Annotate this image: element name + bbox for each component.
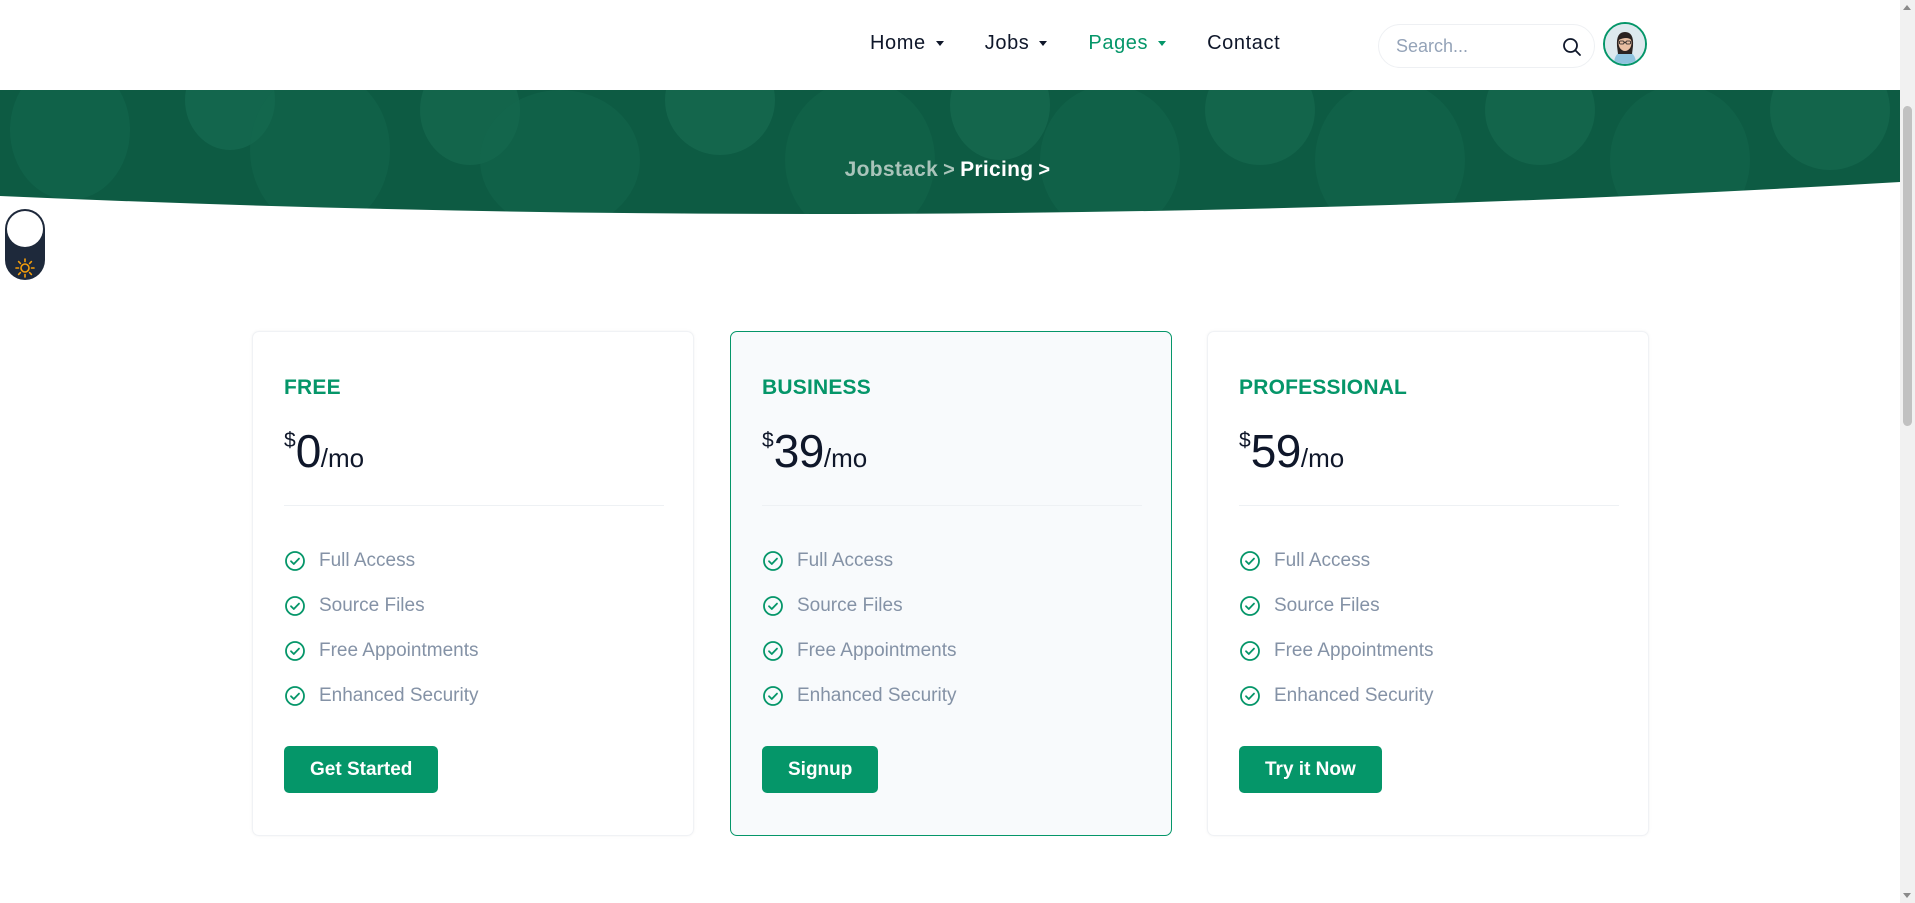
check-circle-icon (285, 641, 305, 661)
feature-label: Free Appointments (1274, 640, 1434, 661)
try-it-now-button[interactable]: Try it Now (1239, 746, 1382, 793)
toggle-knob (7, 211, 43, 247)
breadcrumb-current: Pricing (960, 158, 1034, 181)
price-currency: $ (284, 429, 296, 452)
feature-item: Enhanced Security (1239, 685, 1434, 730)
check-circle-icon (285, 551, 305, 571)
hero-wave-shape (0, 182, 1900, 216)
price-currency: $ (1239, 429, 1251, 452)
price-period: /mo (823, 443, 868, 473)
feature-label: Enhanced Security (797, 685, 957, 706)
nav-item-label: Contact (1207, 31, 1281, 54)
feature-item: Full Access (762, 550, 957, 595)
check-circle-icon (285, 686, 305, 706)
feature-label: Enhanced Security (1274, 685, 1434, 706)
user-avatar-icon (1605, 24, 1645, 64)
feature-item: Full Access (284, 550, 479, 595)
feature-label: Free Appointments (797, 640, 957, 661)
chevron-down-icon (1039, 40, 1048, 46)
plan-price: $39/mo (762, 428, 867, 474)
divider (1239, 505, 1619, 506)
feature-item: Enhanced Security (762, 685, 957, 730)
price-amount: 0 (295, 425, 322, 477)
breadcrumb-separator: > (943, 159, 956, 181)
search-icon[interactable] (1562, 37, 1582, 57)
nav-item-jobs[interactable]: Jobs (985, 30, 1048, 56)
check-circle-icon (1240, 551, 1260, 571)
price-period: /mo (320, 443, 365, 473)
nav-item-pages[interactable]: Pages (1088, 30, 1167, 56)
get-started-button[interactable]: Get Started (284, 746, 439, 793)
price-currency: $ (762, 429, 774, 452)
feature-item: Full Access (1239, 550, 1434, 595)
check-circle-icon (763, 641, 783, 661)
navbar: Home Jobs Pages Contact (0, 0, 1900, 90)
nav-item-label: Home (870, 31, 926, 54)
feature-label: Full Access (797, 550, 894, 571)
feature-list: Full Access Source Files Free Appointmen… (284, 550, 479, 730)
chevron-down-icon (935, 40, 944, 46)
pricing-card-free: FREE $0/mo Full Access Source Files Free… (252, 331, 694, 836)
check-circle-icon (285, 596, 305, 616)
scroll-up-arrow-icon[interactable] (1903, 5, 1911, 10)
price-amount: 39 (773, 425, 825, 477)
breadcrumb: Jobstack > Pricing > (0, 158, 1900, 182)
breadcrumb-home-link[interactable]: Jobstack (845, 158, 938, 181)
scrollbar[interactable] (1900, 0, 1915, 903)
chevron-down-icon (1158, 40, 1167, 46)
feature-label: Source Files (797, 595, 903, 616)
feature-item: Free Appointments (284, 640, 479, 685)
price-amount: 59 (1250, 425, 1302, 477)
pricing-card-business: BUSINESS $39/mo Full Access Source Files… (730, 331, 1172, 836)
divider (284, 505, 664, 506)
feature-list: Full Access Source Files Free Appointmen… (1239, 550, 1434, 730)
feature-item: Free Appointments (762, 640, 957, 685)
feature-label: Full Access (319, 550, 416, 571)
sun-icon (15, 258, 35, 278)
plan-price: $59/mo (1239, 428, 1344, 474)
plan-name: FREE (284, 376, 341, 399)
check-circle-icon (763, 596, 783, 616)
theme-toggle[interactable] (5, 209, 45, 280)
check-circle-icon (1240, 596, 1260, 616)
feature-label: Source Files (1274, 595, 1380, 616)
plan-name: PROFESSIONAL (1239, 376, 1408, 399)
check-circle-icon (1240, 641, 1260, 661)
plan-name: BUSINESS (762, 376, 871, 399)
feature-item: Source Files (762, 595, 957, 640)
feature-label: Full Access (1274, 550, 1371, 571)
plan-price: $0/mo (284, 428, 364, 474)
check-circle-icon (1240, 686, 1260, 706)
check-circle-icon (763, 686, 783, 706)
scrollbar-thumb[interactable] (1903, 106, 1912, 426)
pricing-card-professional: PROFESSIONAL $59/mo Full Access Source F… (1207, 331, 1649, 836)
hero-banner: Jobstack > Pricing > (0, 90, 1900, 216)
feature-item: Free Appointments (1239, 640, 1434, 685)
feature-list: Full Access Source Files Free Appointmen… (762, 550, 957, 730)
nav-item-contact[interactable]: Contact (1207, 30, 1280, 56)
search-box (1378, 24, 1595, 68)
scroll-down-arrow-icon[interactable] (1903, 893, 1911, 898)
nav-item-label: Jobs (984, 31, 1030, 54)
check-circle-icon (763, 551, 783, 571)
breadcrumb-separator: > (1038, 159, 1051, 181)
feature-item: Source Files (284, 595, 479, 640)
feature-label: Source Files (319, 595, 425, 616)
nav-menu: Home Jobs Pages Contact (870, 30, 1321, 56)
avatar[interactable] (1603, 22, 1647, 66)
feature-label: Enhanced Security (319, 685, 479, 706)
feature-label: Free Appointments (319, 640, 479, 661)
feature-item: Enhanced Security (284, 685, 479, 730)
nav-item-label: Pages (1088, 31, 1149, 54)
feature-item: Source Files (1239, 595, 1434, 640)
search-input[interactable] (1394, 34, 1558, 58)
nav-item-home[interactable]: Home (870, 30, 944, 56)
price-period: /mo (1300, 443, 1345, 473)
signup-button[interactable]: Signup (762, 746, 879, 793)
divider (762, 505, 1142, 506)
